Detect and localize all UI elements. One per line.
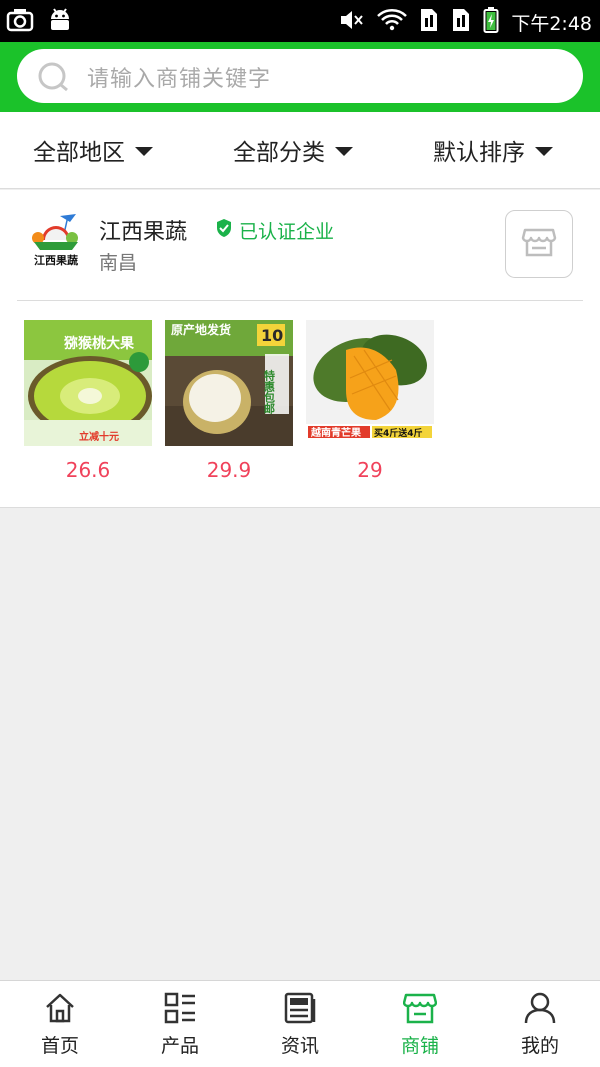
nav-news[interactable]: 资讯 <box>240 981 360 1067</box>
store-icon <box>402 991 438 1025</box>
product-card[interactable]: 猕猴桃大果 立减十元 26.6 <box>24 320 152 482</box>
store-logo-text: 江西果蔬 <box>34 254 78 267</box>
user-icon <box>523 991 557 1025</box>
product-list-icon <box>163 991 197 1025</box>
store-logo: 江西果蔬 <box>24 212 88 268</box>
enter-store-button[interactable] <box>505 210 573 278</box>
filter-bar: 全部地区 全部分类 默认排序 <box>0 112 600 189</box>
search-input[interactable]: 请输入商铺关键字 <box>17 49 583 103</box>
store-city: 南昌 <box>99 252 138 274</box>
product-banner: 越南青芒果 <box>310 426 362 439</box>
store-card[interactable]: 江西果蔬 江西果蔬 已认证企业 南昌 猕猴桃大果 立减十元 26.6 10 原产… <box>0 190 600 508</box>
verified-badge: 已认证企业 <box>215 217 334 244</box>
filter-region-label: 全部地区 <box>33 140 125 166</box>
product-price: 29.9 <box>206 458 252 482</box>
filter-category[interactable]: 全部分类 <box>233 133 353 167</box>
android-icon <box>48 7 72 37</box>
filter-sort-label: 默认排序 <box>433 140 525 166</box>
news-icon <box>283 991 317 1025</box>
search-icon <box>37 62 71 96</box>
store-name: 江西果蔬 <box>99 220 188 245</box>
search-placeholder: 请输入商铺关键字 <box>87 67 272 92</box>
product-subtext: 立减十元 <box>79 430 119 443</box>
nav-products[interactable]: 产品 <box>120 981 240 1067</box>
caret-down-icon <box>535 146 553 156</box>
product-card[interactable]: 10 原产地发货 特惠包邮 29.9 <box>165 320 293 482</box>
filter-category-label: 全部分类 <box>233 140 325 166</box>
storefront-icon <box>521 226 557 262</box>
search-header: 请输入商铺关键字 <box>0 42 600 112</box>
home-icon <box>43 991 77 1025</box>
product-image-mango: 越南青芒果 买4斤送4斤 <box>306 320 434 446</box>
shield-check-icon <box>215 218 233 243</box>
product-badge: 10 <box>261 326 283 345</box>
product-image-kiwi: 猕猴桃大果 立减十元 <box>24 320 152 446</box>
product-banner: 原产地发货 <box>171 322 231 337</box>
nav-products-label: 产品 <box>160 1035 199 1057</box>
mute-icon <box>339 8 365 37</box>
battery-icon <box>483 6 499 39</box>
screenshot-icon <box>6 7 34 37</box>
status-time: 下午2:48 <box>511 13 592 35</box>
filter-sort[interactable]: 默认排序 <box>433 133 553 167</box>
sim1-icon <box>419 7 439 38</box>
product-card[interactable]: 越南青芒果 买4斤送4斤 29 <box>306 320 434 482</box>
filter-region[interactable]: 全部地区 <box>33 133 153 167</box>
nav-stores-label: 商铺 <box>400 1035 439 1057</box>
caret-down-icon <box>135 146 153 156</box>
bottom-nav: 首页 产品 资讯 商铺 我的 <box>0 980 600 1067</box>
product-image-pear: 10 原产地发货 特惠包邮 <box>165 320 293 446</box>
wifi-icon <box>377 8 408 37</box>
nav-news-label: 资讯 <box>280 1035 319 1057</box>
verified-label: 已认证企业 <box>239 221 335 243</box>
product-subtext: 特惠包邮 <box>263 369 277 415</box>
nav-stores[interactable]: 商铺 <box>360 981 480 1067</box>
divider <box>17 300 583 301</box>
sim2-icon <box>451 7 471 38</box>
nav-profile[interactable]: 我的 <box>480 981 600 1067</box>
product-subtext: 买4斤送4斤 <box>374 427 423 439</box>
product-price: 26.6 <box>65 458 111 482</box>
product-price: 29 <box>357 458 383 482</box>
product-banner: 猕猴桃大果 <box>63 335 135 352</box>
nav-home[interactable]: 首页 <box>0 981 120 1067</box>
nav-home-label: 首页 <box>40 1035 79 1057</box>
caret-down-icon <box>335 146 353 156</box>
nav-profile-label: 我的 <box>520 1035 559 1057</box>
status-bar: 下午2:48 <box>0 0 600 42</box>
